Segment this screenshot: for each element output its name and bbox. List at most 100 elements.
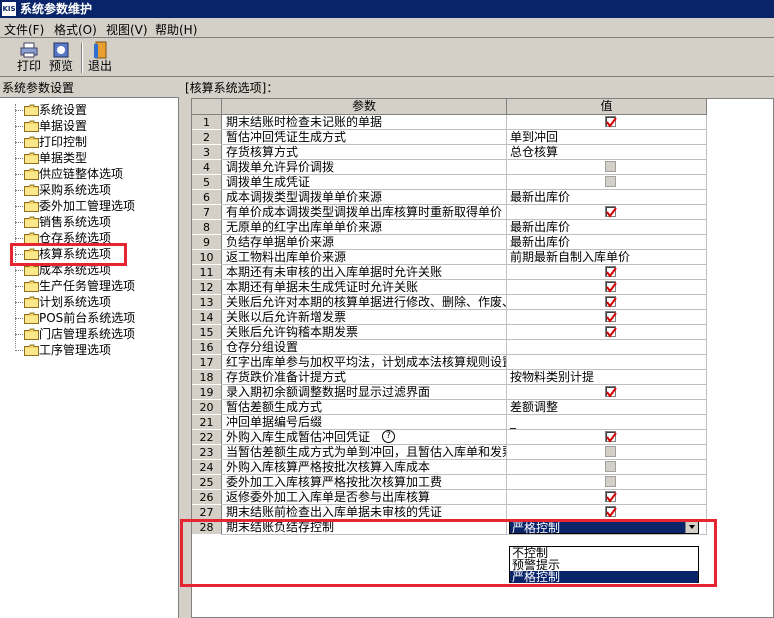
print-button[interactable]: 打印: [14, 41, 44, 75]
value-cell[interactable]: [507, 355, 707, 370]
table-row[interactable]: 6 成本调拨类型调拨单单价来源 最新出库价: [192, 190, 707, 205]
table-row[interactable]: 14 关账以后允许新增发票: [192, 310, 707, 325]
table-row[interactable]: 10 返工物料出库单价来源 前期最新自制入库单价: [192, 250, 707, 265]
tree-item-label: 工序管理选项: [39, 343, 112, 357]
table-row[interactable]: 26 返修委外加工入库单是否参与出库核算: [192, 490, 707, 505]
checkbox-checked[interactable]: [605, 281, 617, 293]
row-number: 24: [192, 460, 222, 475]
help-icon[interactable]: ?: [382, 430, 396, 443]
param-cell: 存货核算方式: [222, 145, 507, 160]
value-cell[interactable]: [507, 430, 707, 445]
tree-connector: [15, 126, 23, 127]
row-number: 17: [192, 355, 222, 370]
value-cell[interactable]: [507, 445, 707, 460]
table-row[interactable]: 23 当暂估差额生成方式为单到冲回，且暂估入库单和发票: [192, 445, 707, 460]
table-row[interactable]: 2 暂估冲回凭证生成方式 单到冲回: [192, 130, 707, 145]
value-cell[interactable]: 最新出库价: [507, 235, 707, 250]
checkbox-disabled[interactable]: [605, 476, 616, 487]
value-cell[interactable]: 最新出库价: [507, 190, 707, 205]
preview-button[interactable]: 预览: [46, 41, 76, 75]
exit-button[interactable]: 退出: [85, 41, 115, 75]
tree-connector: [15, 334, 23, 335]
value-cell[interactable]: 差额调整: [507, 400, 707, 415]
menu-file[interactable]: 文件(F): [4, 21, 44, 38]
menu-view[interactable]: 视图(V): [106, 21, 148, 38]
table-row[interactable]: 12 本期还有单据未生成凭证时允许关账: [192, 280, 707, 295]
table-row[interactable]: 21 冲回单据编号后缀 _: [192, 415, 707, 430]
checkbox-checked[interactable]: [605, 386, 617, 398]
checkbox-disabled[interactable]: [605, 176, 616, 187]
table-row[interactable]: 5 调拨单生成凭证: [192, 175, 707, 190]
table-row[interactable]: 8 无原单的红字出库单单价来源 最新出库价: [192, 220, 707, 235]
value-cell[interactable]: [507, 310, 707, 325]
value-cell[interactable]: [507, 490, 707, 505]
value-cell[interactable]: [507, 475, 707, 490]
value-cell[interactable]: [507, 385, 707, 400]
value-cell[interactable]: [507, 280, 707, 295]
table-row[interactable]: 16 仓存分组设置: [192, 340, 707, 355]
param-text: 关账后允许钩稽本期发票: [226, 325, 359, 339]
value-cell[interactable]: 最新出库价: [507, 220, 707, 235]
value-cell[interactable]: [507, 295, 707, 310]
param-text: 录入期初余额调整数据时显示过滤界面: [226, 385, 431, 399]
value-cell[interactable]: [507, 115, 707, 130]
value-cell[interactable]: _: [507, 415, 707, 430]
table-row[interactable]: 9 负结存单据单价来源 最新出库价: [192, 235, 707, 250]
table-row[interactable]: 27 期末结账前检查出入库单据未审核的凭证: [192, 505, 707, 520]
param-cell: 关账后允许钩稽本期发票: [222, 325, 507, 340]
checkbox-disabled[interactable]: [605, 446, 616, 457]
checkbox-checked[interactable]: [605, 506, 617, 518]
value-cell[interactable]: [507, 160, 707, 175]
printer-icon: [20, 42, 38, 58]
value-cell[interactable]: 前期最新自制入库单价: [507, 250, 707, 265]
checkbox-checked[interactable]: [605, 491, 617, 503]
value-cell[interactable]: [507, 175, 707, 190]
row-number: 21: [192, 415, 222, 430]
table-row[interactable]: 13 关账后允许对本期的核算单据进行修改、删除、作废、: [192, 295, 707, 310]
value-cell[interactable]: 总仓核算: [507, 145, 707, 160]
table-row[interactable]: 19 录入期初余额调整数据时显示过滤界面: [192, 385, 707, 400]
param-text: 存货跌价准备计提方式: [226, 370, 347, 384]
value-cell[interactable]: 单到冲回: [507, 130, 707, 145]
checkbox-disabled[interactable]: [605, 161, 616, 172]
table-row[interactable]: 18 存货跌价准备计提方式 按物料类别计提: [192, 370, 707, 385]
checkbox-checked[interactable]: [605, 296, 617, 308]
checkbox-checked[interactable]: [605, 326, 617, 338]
row-number: 12: [192, 280, 222, 295]
table-row[interactable]: 22 外购入库生成暂估冲回凭证?: [192, 430, 707, 445]
table-row[interactable]: 3 存货核算方式 总仓核算: [192, 145, 707, 160]
value-cell[interactable]: [507, 460, 707, 475]
checkbox-checked[interactable]: [605, 431, 617, 443]
table-row[interactable]: 4 调拨单允许异价调拨: [192, 160, 707, 175]
menu-format[interactable]: 格式(O): [54, 21, 97, 38]
param-text: 本期还有单据未生成凭证时允许关账: [226, 280, 419, 294]
checkbox-checked[interactable]: [605, 206, 617, 218]
folder-icon: [24, 280, 39, 292]
checkbox-checked[interactable]: [605, 266, 617, 278]
table-row[interactable]: 24 外购入库核算严格按批次核算入库成本: [192, 460, 707, 475]
table-row[interactable]: 20 暂估差额生成方式 差额调整: [192, 400, 707, 415]
value-cell[interactable]: [507, 325, 707, 340]
param-cell: 冲回单据编号后缀: [222, 415, 507, 430]
table-row[interactable]: 7 有单价成本调拨类型调拨单出库核算时重新取得单价: [192, 205, 707, 220]
table-row[interactable]: 15 关账后允许钩稽本期发票: [192, 325, 707, 340]
value-cell[interactable]: [507, 205, 707, 220]
table-row[interactable]: 25 委外加工入库核算严格按批次核算加工费: [192, 475, 707, 490]
checkbox-disabled[interactable]: [605, 461, 616, 472]
menu-help[interactable]: 帮助(H): [155, 21, 197, 38]
param-cell: 当暂估差额生成方式为单到冲回，且暂估入库单和发票: [222, 445, 507, 460]
tree-connector: [15, 238, 23, 239]
checkbox-checked[interactable]: [605, 311, 617, 323]
table-row[interactable]: 1 期末结账时检查未记账的单据: [192, 115, 707, 130]
param-text: 本期还有未审核的出入库单据时允许关账: [226, 265, 443, 279]
value-text: _: [510, 415, 516, 429]
value-cell[interactable]: [507, 265, 707, 280]
tree-connector: [15, 110, 23, 111]
value-cell[interactable]: 按物料类别计提: [507, 370, 707, 385]
table-row[interactable]: 17 红字出库单参与加权平均法，计划成本法核算规则设置: [192, 355, 707, 370]
row-number: 9: [192, 235, 222, 250]
table-row[interactable]: 11 本期还有未审核的出入库单据时允许关账: [192, 265, 707, 280]
value-cell[interactable]: [507, 340, 707, 355]
checkbox-checked[interactable]: [605, 116, 617, 128]
value-cell[interactable]: [507, 505, 707, 520]
